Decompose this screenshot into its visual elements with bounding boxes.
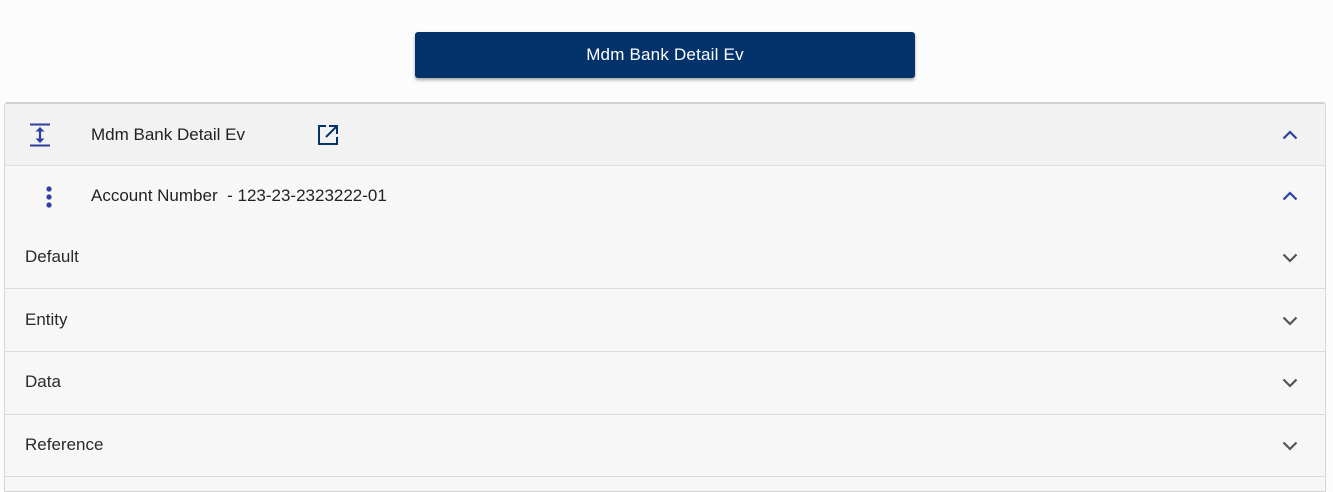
chevron-down-icon[interactable] <box>1281 437 1299 455</box>
panel-title: Mdm Bank Detail Ev <box>91 125 245 144</box>
expand-vertical-icon[interactable] <box>29 123 51 147</box>
account-number-text: Account Number - 123-23-2323222-01 <box>91 186 387 206</box>
section-reference-label: Reference <box>25 435 104 454</box>
account-number-label: Account Number <box>91 186 218 205</box>
account-number-separator: - <box>227 186 233 205</box>
section-default-label: Default <box>25 247 79 266</box>
section-data-label: Data <box>25 372 61 391</box>
collapse-account-chevron-up-icon[interactable] <box>1281 187 1299 205</box>
chevron-down-icon[interactable] <box>1281 312 1299 330</box>
mdm-bank-detail-button-label: Mdm Bank Detail Ev <box>586 45 744 64</box>
section-entity-label: Entity <box>25 310 68 329</box>
section-default[interactable]: Default <box>5 227 1325 289</box>
chevron-down-icon[interactable] <box>1281 249 1299 267</box>
section-reference[interactable]: Reference <box>5 415 1325 477</box>
bank-detail-panel: Mdm Bank Detail Ev Account Number - 123-… <box>4 102 1326 492</box>
panel-header: Mdm Bank Detail Ev <box>5 104 1325 166</box>
section-entity[interactable]: Entity <box>5 290 1325 352</box>
section-data[interactable]: Data <box>5 353 1325 415</box>
more-vertical-icon[interactable] <box>43 185 55 209</box>
collapse-panel-chevron-up-icon[interactable] <box>1281 126 1299 144</box>
chevron-down-icon[interactable] <box>1281 374 1299 392</box>
open-in-new-icon[interactable] <box>317 124 339 146</box>
account-number-value: 123-23-2323222-01 <box>237 186 387 205</box>
mdm-bank-detail-button[interactable]: Mdm Bank Detail Ev <box>415 32 915 78</box>
account-number-row: Account Number - 123-23-2323222-01 <box>5 166 1325 227</box>
